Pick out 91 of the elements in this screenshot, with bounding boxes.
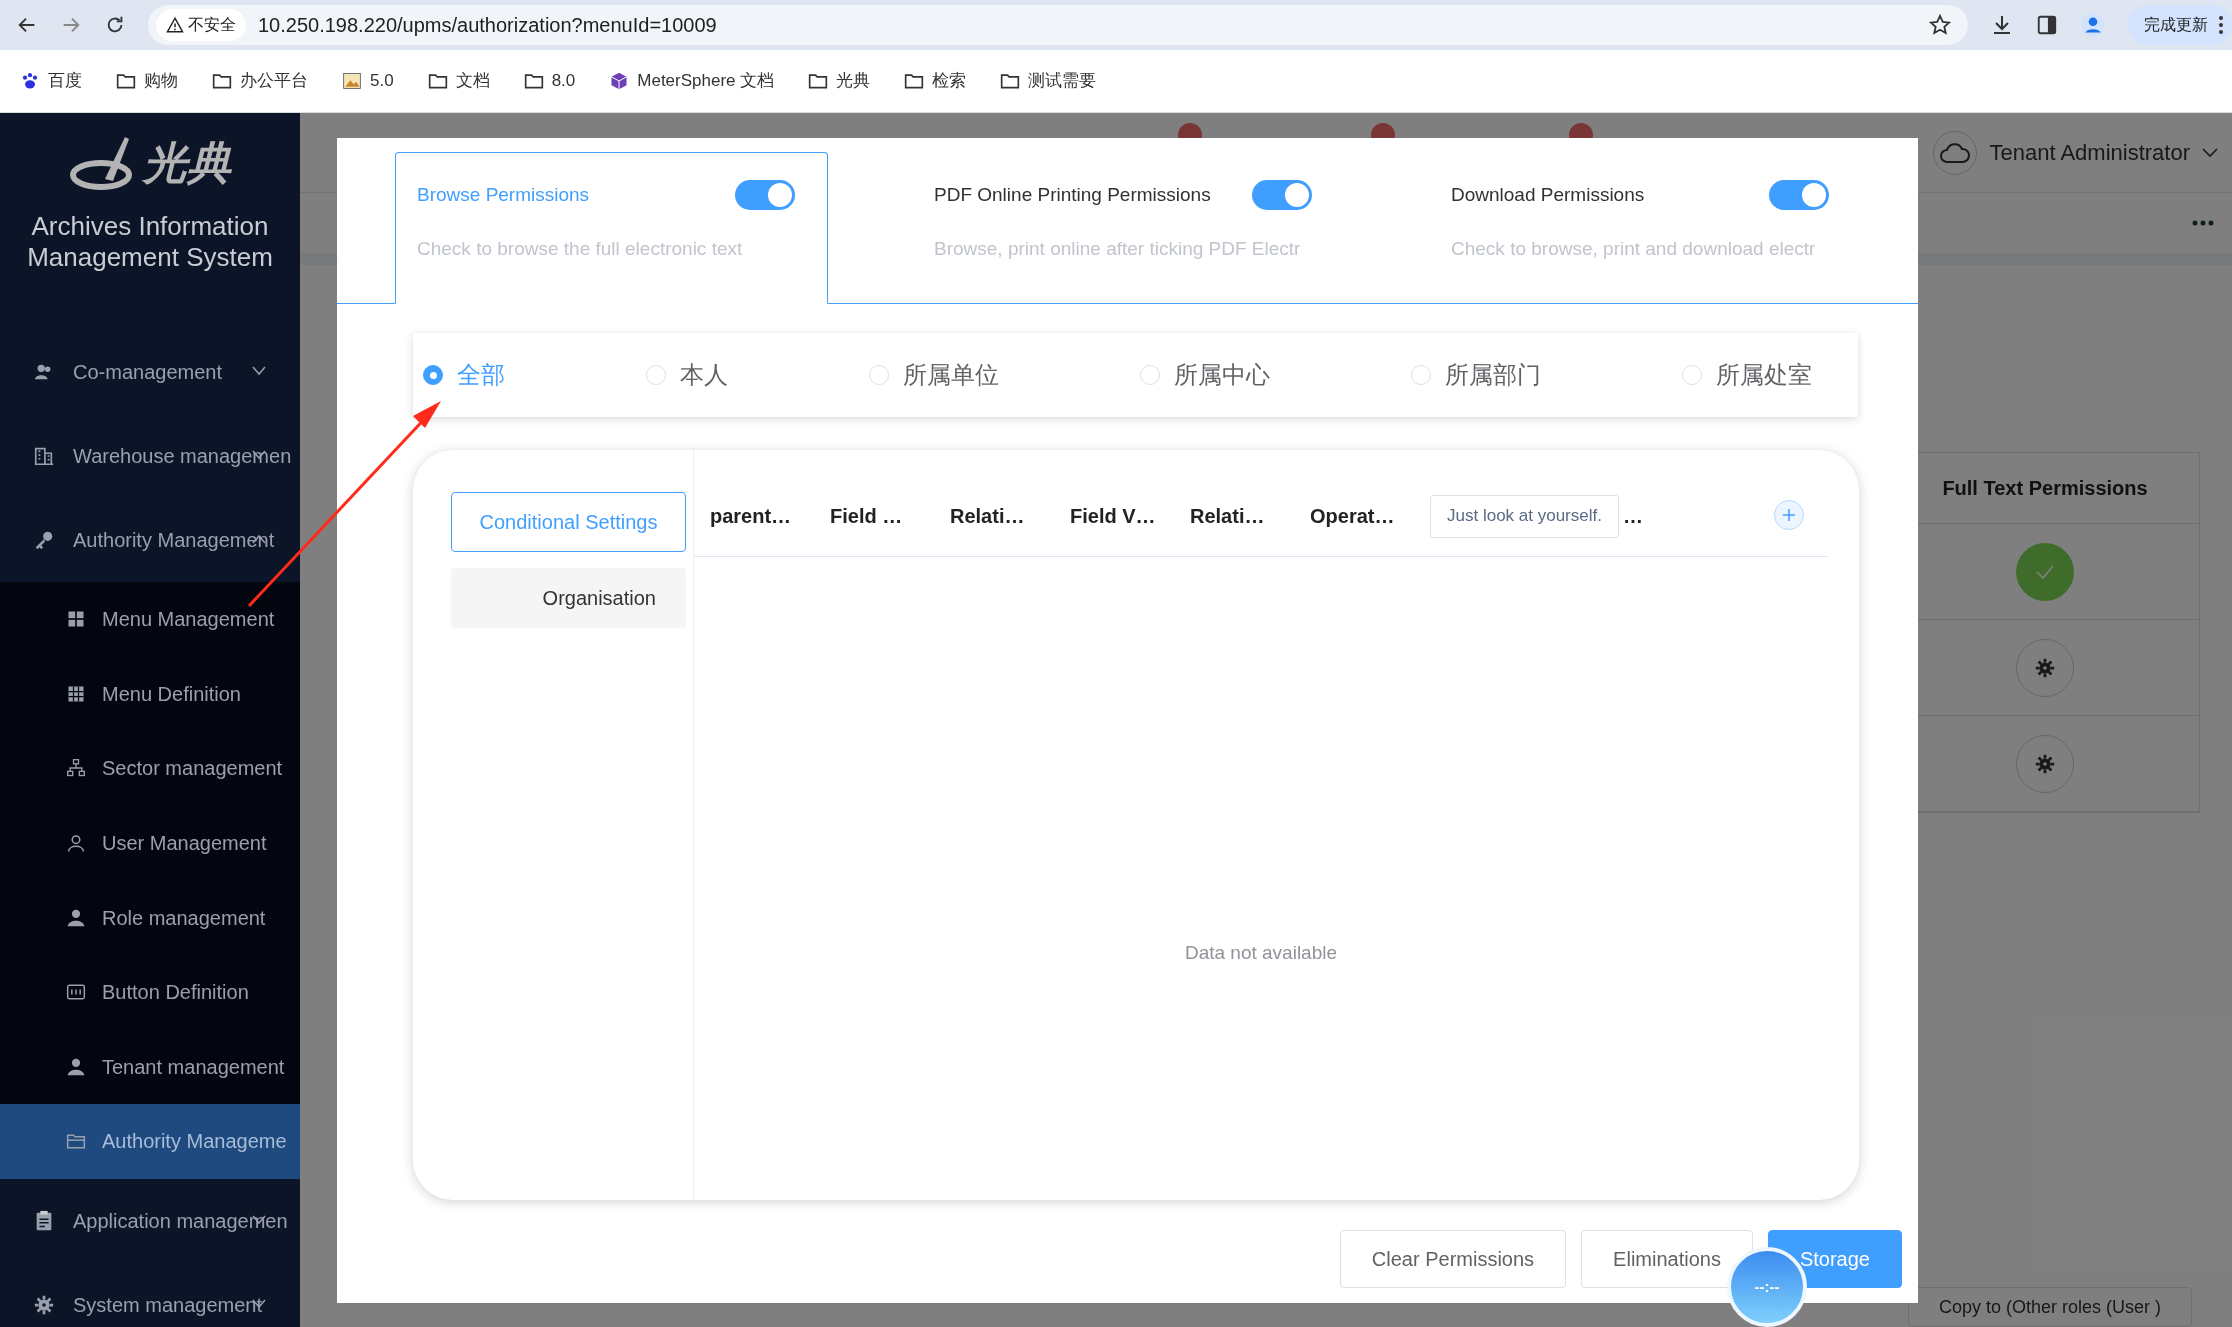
radio-option[interactable]: 所属部门 [1411,357,1541,393]
bookmark[interactable]: 测试需要 [1000,68,1097,94]
security-chip[interactable]: 不安全 [156,9,246,41]
sidebar-item[interactable]: Role management [0,880,300,955]
permission-tab[interactable]: Download Permissions Check to browse, print and download electr [1429,152,1862,304]
star-icon[interactable] [1928,13,1952,37]
column-header: parent… [710,504,793,529]
bookmark[interactable]: 光典 [808,68,871,94]
sidebar-item[interactable]: Sector management [0,731,300,806]
column-header: Field V… [1070,504,1157,529]
bookmark[interactable]: 文档 [427,68,490,94]
column-header: Relati… [950,504,1026,529]
user-icon [66,833,86,854]
bookmark[interactable]: 购物 [116,68,178,94]
sidebar-item[interactable]: Authority Management [0,498,300,582]
copy-button[interactable]: Copy to (Other roles (User ) [1908,1287,2193,1327]
more-icon[interactable] [2192,220,2214,226]
warning-icon [166,16,184,34]
address-bar[interactable]: 不安全 10.250.198.220/upms/authorization?menuId=10009 [148,5,1968,45]
folder-icon [212,71,232,91]
folder-icon [427,71,448,91]
sidebar-item[interactable]: User Management [0,805,300,881]
radio-button[interactable] [423,365,443,385]
folder-icon [116,71,136,91]
tab-description: Browse, print online after ticking PDF Electr [934,237,1302,261]
sidebar-item[interactable]: Authority Manageme [0,1104,300,1179]
side-panel-icon[interactable] [2036,14,2058,36]
column-header: Field … [830,504,904,529]
paw-icon [20,71,40,91]
cloud-icon [1939,141,1972,164]
more-icon [2218,15,2224,35]
condition-tab[interactable]: Organisation [451,568,686,628]
tab-title: PDF Online Printing Permissions [934,182,1211,207]
radio-option[interactable]: 本人 [646,357,728,393]
tab-description: Check to browse, print and download electr [1451,237,1817,261]
system-title: Archives Information Management System [26,211,274,273]
dialog-button[interactable]: Clear Permissions [1339,1230,1567,1288]
logo-text: 光典 [143,141,231,185]
sidebar-item[interactable]: Menu Definition [0,656,300,732]
dialog-button[interactable]: Eliminations [1581,1230,1753,1288]
toggle-switch[interactable] [1252,180,1312,210]
user-icon [66,907,86,928]
user-icon [66,1056,86,1077]
folder-icon [904,71,925,91]
sidebar-item[interactable]: Application managemen [0,1178,300,1263]
condition-tag[interactable]: Just look at yourself. [1430,494,1619,538]
tab-description: Check to browse the full electronic text [417,237,744,261]
settings-icon [2034,752,2056,775]
gear-icon [33,1293,55,1316]
bookmark[interactable]: 8.0 [523,68,576,94]
update-button[interactable]: 完成更新 [2128,5,2232,45]
sidebar-item[interactable]: Tenant management [0,1029,300,1105]
sidebar-item[interactable]: Menu Management [0,582,300,657]
folder-icon [1000,71,1021,91]
plus-icon [1782,508,1796,522]
folder-icon [808,71,829,91]
bookmark[interactable]: 检索 [904,68,967,94]
hierarchy-icon [66,758,86,779]
column-header: Relati… [1190,504,1266,529]
sidebar-item[interactable]: Warehouse managemen [0,414,300,498]
grid-icon [66,609,86,630]
column-header: Operat… [1310,504,1396,529]
sidebar-item[interactable]: System management [0,1262,300,1327]
sidebar-item[interactable]: Button Definition [0,954,300,1030]
profile-icon[interactable] [2080,12,2106,38]
folder-icon [523,71,544,91]
chevron-icon [2202,147,2218,158]
key-icon [33,529,55,551]
radio-option[interactable]: 所属中心 [1140,357,1270,393]
url-text: 10.250.198.220/upms/authorization?menuId=10009 [258,13,718,38]
bookmark[interactable]: 百度 [20,68,82,94]
toggle-switch[interactable] [1769,180,1829,210]
bookmark[interactable]: 办公平台 [212,68,308,94]
tab-title: Download Permissions [1451,182,1645,207]
sidebar-item[interactable]: Co-management [0,330,300,414]
permission-tab[interactable]: PDF Online Printing Permissions Browse, print online after ticking PDF Electr [912,152,1345,304]
overflow-marker: … [1622,504,1643,529]
bookmark[interactable]: MeterSphere 文档 [609,68,775,94]
image-icon [342,71,362,91]
radio-option[interactable]: 所属处室 [1682,357,1812,393]
check-icon [2035,563,2055,580]
building-icon [33,445,55,467]
toggle-switch[interactable] [735,180,795,210]
settings-icon [2034,656,2056,679]
tab-title: Browse Permissions [417,182,590,207]
bookmark[interactable]: 5.0 [342,68,394,94]
empty-text: Data not available [1184,941,1338,966]
add-button[interactable] [1774,500,1804,530]
user-name[interactable]: Tenant Administrator [1989,136,2190,169]
radio-option[interactable]: 所属单位 [869,357,999,393]
cube-icon [609,71,630,91]
